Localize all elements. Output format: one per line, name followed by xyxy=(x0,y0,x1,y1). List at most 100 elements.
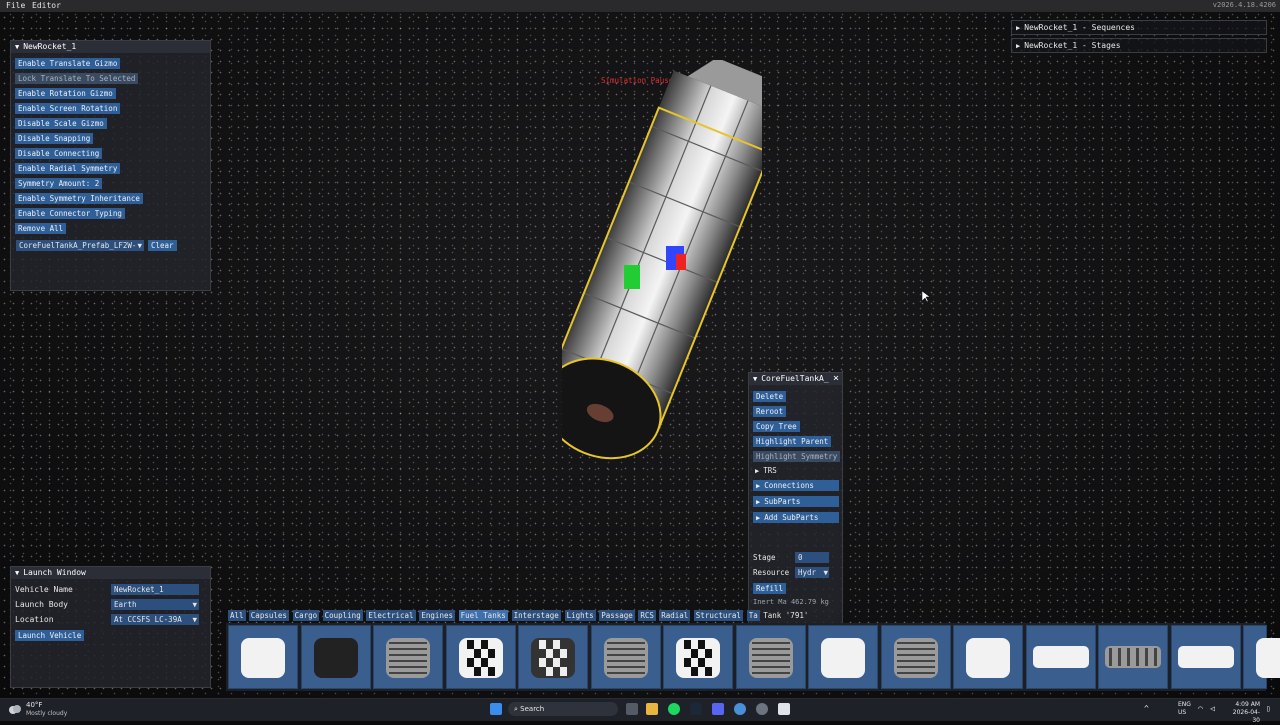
spotify-icon[interactable] xyxy=(668,703,680,715)
close-icon[interactable]: × xyxy=(833,373,839,385)
tab-category[interactable]: Ta xyxy=(746,610,760,621)
tab-category[interactable]: Radial xyxy=(659,610,691,621)
taskbar: 40°F Mostly cloudy ⌕ Search ^ ENG US ◠ ◁ … xyxy=(0,698,1280,724)
tool-button[interactable]: Disable Snapping xyxy=(15,133,94,144)
expand-triangle-icon: ▶ xyxy=(1016,42,1021,50)
collapse-triangle-icon[interactable]: ▼ xyxy=(15,43,19,51)
steam-icon[interactable] xyxy=(690,703,702,715)
tab-category[interactable]: All xyxy=(228,610,246,621)
trs-header[interactable]: ▶ TRS xyxy=(755,466,777,475)
collapse-triangle-icon[interactable]: ▼ xyxy=(753,375,757,383)
settings-icon[interactable] xyxy=(756,703,768,715)
part-tile[interactable] xyxy=(445,625,516,689)
tab-category[interactable]: Electrical xyxy=(366,610,416,621)
tool-button[interactable]: Symmetry Amount: 2 xyxy=(15,178,103,189)
fuel-tank-icon xyxy=(966,638,1010,678)
part-tile[interactable] xyxy=(518,625,588,689)
menu-file[interactable]: File xyxy=(6,1,25,10)
game-app-icon[interactable] xyxy=(778,703,790,715)
stages-header[interactable]: ▶ NewRocket_1 - Stages xyxy=(1011,38,1267,53)
vehicle-name-input[interactable]: NewRocket_1 xyxy=(111,584,199,595)
part-tile[interactable] xyxy=(1098,625,1168,689)
launch-vehicle-button[interactable]: Launch Vehicle xyxy=(15,630,85,641)
expand-triangle-icon: ▶ xyxy=(1016,24,1021,32)
tool-button[interactable]: Disable Scale Gizmo xyxy=(15,118,107,129)
fuel-tank-model[interactable] xyxy=(562,60,762,460)
discord-icon[interactable] xyxy=(712,703,724,715)
part-tile[interactable] xyxy=(1170,625,1241,689)
tab-category[interactable]: Fuel Tanks xyxy=(458,610,508,621)
part-tile[interactable] xyxy=(953,625,1023,689)
tool-button[interactable]: Disable Connecting xyxy=(15,148,103,159)
expand-triangle-icon: ▶ xyxy=(756,498,761,506)
part-tile[interactable] xyxy=(880,625,951,689)
part-tile[interactable] xyxy=(663,625,733,689)
launch-body-select[interactable]: Earth ▼ xyxy=(111,599,199,610)
part-action-button[interactable]: Highlight Symmetry xyxy=(753,451,841,462)
refill-button[interactable]: Refill xyxy=(753,583,787,594)
tab-category[interactable]: Passage xyxy=(599,610,635,621)
tool-button[interactable]: Enable Translate Gizmo xyxy=(15,58,121,69)
chevron-down-icon: ▼ xyxy=(823,568,828,577)
tab-category[interactable]: Structural xyxy=(693,610,743,621)
editor-tools-title[interactable]: ▼ NewRocket_1 xyxy=(11,41,210,53)
part-tile[interactable] xyxy=(590,625,661,689)
location-select[interactable]: At CCSFS LC-39A ▼ xyxy=(111,614,199,625)
part-action-button[interactable]: Copy Tree xyxy=(753,421,800,432)
prefab-select[interactable]: CoreFuelTankA_Prefab_LF2W- ▼ xyxy=(16,240,144,251)
wifi-icon[interactable]: ◠ xyxy=(1198,704,1203,713)
fuel-tank-icon xyxy=(1256,638,1280,678)
expand-triangle-icon: ▶ xyxy=(755,467,760,475)
tool-button[interactable]: Enable Radial Symmetry xyxy=(15,163,121,174)
collapse-triangle-icon[interactable]: ▼ xyxy=(15,569,19,577)
file-explorer-icon[interactable] xyxy=(646,703,658,715)
tab-category[interactable]: Interstage xyxy=(511,610,561,621)
part-section-header[interactable]: ▶ Add SubParts xyxy=(753,512,839,523)
tool-button[interactable]: Enable Rotation Gizmo xyxy=(15,88,116,99)
part-tile[interactable] xyxy=(228,625,298,689)
part-tile[interactable] xyxy=(373,625,443,689)
tool-button[interactable]: Lock Translate To Selected xyxy=(15,73,139,84)
notification-icon[interactable]: ▯ xyxy=(1266,704,1271,713)
tool-button[interactable]: Remove All xyxy=(15,223,67,234)
app-icon[interactable] xyxy=(734,703,746,715)
part-panel-title[interactable]: ▼ CoreFuelTankA_ × xyxy=(749,373,842,385)
search-box[interactable]: ⌕ Search xyxy=(508,702,618,716)
part-action-button[interactable]: Reroot xyxy=(753,406,787,417)
editor-tools-panel: ▼ NewRocket_1 Enable Translate Gizmo Lock … xyxy=(10,40,211,291)
tab-category[interactable]: RCS xyxy=(638,610,656,621)
part-tile[interactable] xyxy=(300,625,371,689)
chevron-up-icon[interactable]: ^ xyxy=(1144,704,1149,713)
windows-start-icon[interactable] xyxy=(490,703,502,715)
part-action-button[interactable]: Highlight Parent xyxy=(753,436,832,447)
tab-category[interactable]: Lights xyxy=(564,610,596,621)
part-tile[interactable] xyxy=(735,625,806,689)
menu-bar: File Editor v2026.4.18.4206 xyxy=(0,0,1280,12)
part-section-header[interactable]: ▶ SubParts xyxy=(753,496,839,507)
lang-indicator[interactable]: ENG US xyxy=(1178,701,1191,717)
tab-category[interactable]: Engines xyxy=(419,610,455,621)
tab-category[interactable]: Cargo xyxy=(292,610,320,621)
tool-button[interactable]: Enable Connector Typing xyxy=(15,208,125,219)
stage-input[interactable]: 0 xyxy=(795,552,829,563)
menu-editor[interactable]: Editor xyxy=(32,1,61,10)
part-action-button[interactable]: Delete xyxy=(753,391,787,402)
tab-category[interactable]: Coupling xyxy=(322,610,363,621)
part-context-panel: ▼ CoreFuelTankA_ × Delete Reroot Copy Tree H… xyxy=(748,372,843,624)
weather-desc: Mostly cloudy xyxy=(26,710,68,717)
clear-button[interactable]: Clear xyxy=(148,240,177,251)
speaker-icon[interactable]: ◁ xyxy=(1210,704,1215,713)
part-section-header[interactable]: ▶ Connections xyxy=(753,480,839,491)
tool-button[interactable]: Enable Screen Rotation xyxy=(15,103,121,114)
tool-button[interactable]: Enable Symmetry Inheritance xyxy=(15,193,143,204)
launch-window-title[interactable]: ▼ Launch Window xyxy=(11,567,210,579)
part-tile[interactable] xyxy=(1243,625,1280,689)
tab-category[interactable]: Capsules xyxy=(248,610,289,621)
resource-select[interactable]: Hydr ▼ xyxy=(795,567,829,578)
task-view-icon[interactable] xyxy=(626,703,638,715)
parts-palette xyxy=(226,623,1280,691)
sequences-header[interactable]: ▶ NewRocket_1 - Sequences xyxy=(1011,20,1267,35)
clock[interactable]: 4:09 AM 2026-04-30 xyxy=(1226,701,1260,725)
part-tile[interactable] xyxy=(808,625,878,689)
part-tile[interactable] xyxy=(1025,625,1096,689)
